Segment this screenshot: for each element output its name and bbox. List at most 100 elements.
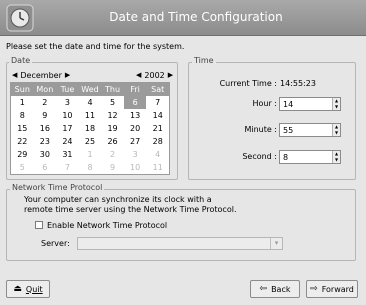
calendar-day[interactable]: 1	[11, 96, 34, 109]
ntp-description-line: Your computer can synchronize its clock …	[24, 195, 212, 204]
weekday-label: Sat	[151, 85, 165, 94]
current-time-label: Current Time :	[219, 79, 277, 88]
forward-button[interactable]: ⇨ Forward	[306, 280, 358, 298]
calendar-day[interactable]: 3	[124, 148, 147, 161]
minute-row: Minute : 55 ▲ ▼	[197, 123, 349, 137]
minute-label: Minute :	[244, 125, 277, 134]
calendar-day[interactable]: 26	[101, 135, 124, 148]
calendar-day[interactable]: 19	[101, 122, 124, 135]
calendar-day[interactable]: 23	[34, 135, 57, 148]
calendar-day[interactable]: 22	[11, 135, 34, 148]
calendar-day[interactable]: 31	[56, 148, 79, 161]
calendar-day[interactable]: 16	[34, 122, 57, 135]
calendar-day[interactable]: 5	[101, 96, 124, 109]
calendar-day[interactable]: 4	[79, 96, 102, 109]
calendar-day[interactable]: 25	[79, 135, 102, 148]
next-year-button[interactable]: ▶	[168, 71, 173, 79]
calendar-day[interactable]: 9	[101, 161, 124, 174]
next-month-button[interactable]: ▶	[65, 71, 70, 79]
calendar-day[interactable]: 7	[56, 161, 79, 174]
second-row: Second : 8 ▲ ▼	[197, 150, 349, 164]
calendar-day[interactable]: 13	[124, 109, 147, 122]
calendar-day[interactable]: 8	[79, 161, 102, 174]
window-title: Date and Time Configuration	[109, 10, 283, 24]
calendar-day[interactable]: 20	[124, 122, 147, 135]
calendar-day[interactable]: 6	[123, 96, 147, 109]
back-label: Back	[271, 284, 291, 294]
weekday-label: Wed	[81, 85, 99, 94]
weekday-label: Tue	[60, 85, 75, 94]
calendar-day[interactable]: 29	[11, 148, 34, 161]
quit-button[interactable]: ⏏ Quit	[6, 280, 50, 298]
enable-ntp-label[interactable]: Enable Network Time Protocol	[47, 221, 167, 230]
year-label: 2002	[144, 70, 165, 80]
calendar-day[interactable]: 14	[146, 109, 169, 122]
calendar-day[interactable]: 30	[34, 148, 57, 161]
date-frame-label: Date	[9, 56, 33, 65]
calendar-day[interactable]: 28	[146, 135, 169, 148]
calendar-day[interactable]: 18	[79, 122, 102, 135]
second-spinbutton[interactable]: 8 ▲ ▼	[279, 150, 341, 164]
calendar-day[interactable]: 10	[124, 161, 147, 174]
year-nav: ◀ 2002 ▶	[136, 69, 173, 81]
calendar-day[interactable]: 11	[79, 109, 102, 122]
calendar-day[interactable]: 15	[11, 122, 34, 135]
server-combobox[interactable]: ▾	[77, 237, 283, 250]
forward-label: Forward	[321, 284, 354, 294]
down-arrow-icon[interactable]: ▼	[333, 130, 340, 136]
hour-label: Hour :	[252, 99, 277, 108]
ntp-frame-label: Network Time Protocol	[10, 183, 105, 192]
down-arrow-icon[interactable]: ▼	[333, 157, 340, 163]
calendar-day[interactable]: 12	[101, 109, 124, 122]
chevron-down-icon[interactable]: ▾	[270, 238, 282, 249]
forward-arrow-icon: ⇨	[310, 284, 318, 294]
current-time-row: Current Time : 14:55:23	[197, 77, 349, 91]
minute-stepper[interactable]: ▲ ▼	[332, 124, 340, 136]
calendar[interactable]: Sun Mon Tue Wed Thu Fri Sat 1 2 3 4 5 6 7 8 9 10 1…	[10, 82, 170, 175]
calendar-day[interactable]: 8	[11, 109, 34, 122]
weekday-label: Thu	[105, 85, 121, 94]
calendar-day[interactable]: 3	[56, 96, 79, 109]
server-label: Server:	[41, 239, 70, 248]
hour-row: Hour : 14 ▲ ▼	[197, 97, 349, 111]
calendar-day[interactable]: 4	[146, 148, 169, 161]
ntp-description-line: remote time server using the Network Tim…	[24, 205, 237, 214]
weekday-label: Fri	[130, 85, 140, 94]
intro-text: Please set the date and time for the sys…	[6, 42, 185, 51]
prev-month-button[interactable]: ◀	[12, 71, 17, 79]
down-arrow-icon[interactable]: ▼	[333, 104, 340, 110]
hour-spinbutton[interactable]: 14 ▲ ▼	[279, 97, 341, 111]
calendar-day[interactable]: 2	[34, 96, 57, 109]
month-label: December	[20, 70, 62, 80]
calendar-day[interactable]: 7	[146, 96, 169, 109]
minute-spinbutton[interactable]: 55 ▲ ▼	[279, 123, 341, 137]
ntp-description: Your computer can synchronize its clock …	[24, 195, 236, 215]
calendar-day[interactable]: 17	[56, 122, 79, 135]
second-value: 8	[283, 153, 289, 162]
prev-year-button[interactable]: ◀	[136, 71, 141, 79]
calendar-day[interactable]: 11	[146, 161, 169, 174]
hour-stepper[interactable]: ▲ ▼	[332, 98, 340, 110]
calendar-day[interactable]: 1	[79, 148, 102, 161]
back-button[interactable]: ⇦ Back	[250, 280, 300, 298]
second-stepper[interactable]: ▲ ▼	[332, 151, 340, 163]
quit-label: Quit	[25, 284, 43, 294]
hour-value: 14	[283, 100, 294, 109]
calendar-day[interactable]: 24	[56, 135, 79, 148]
second-label: Second :	[242, 152, 277, 161]
back-arrow-icon: ⇦	[259, 284, 268, 294]
weekday-label: Sun	[14, 85, 30, 94]
weekday-label: Mon	[36, 85, 54, 94]
calendar-day[interactable]: 10	[56, 109, 79, 122]
calendar-day[interactable]: 21	[146, 122, 169, 135]
calendar-day[interactable]: 2	[101, 148, 124, 161]
month-nav: ◀ December ▶	[12, 69, 70, 81]
weekday-header: Sun Mon Tue Wed Thu Fri Sat	[11, 83, 169, 96]
time-frame-label: Time	[192, 56, 216, 65]
calendar-day[interactable]: 9	[34, 109, 57, 122]
enable-ntp-checkbox[interactable]	[35, 221, 43, 229]
window-header: Date and Time Configuration	[0, 0, 366, 36]
calendar-day[interactable]: 6	[34, 161, 57, 174]
calendar-day[interactable]: 5	[11, 161, 34, 174]
calendar-day[interactable]: 27	[124, 135, 147, 148]
